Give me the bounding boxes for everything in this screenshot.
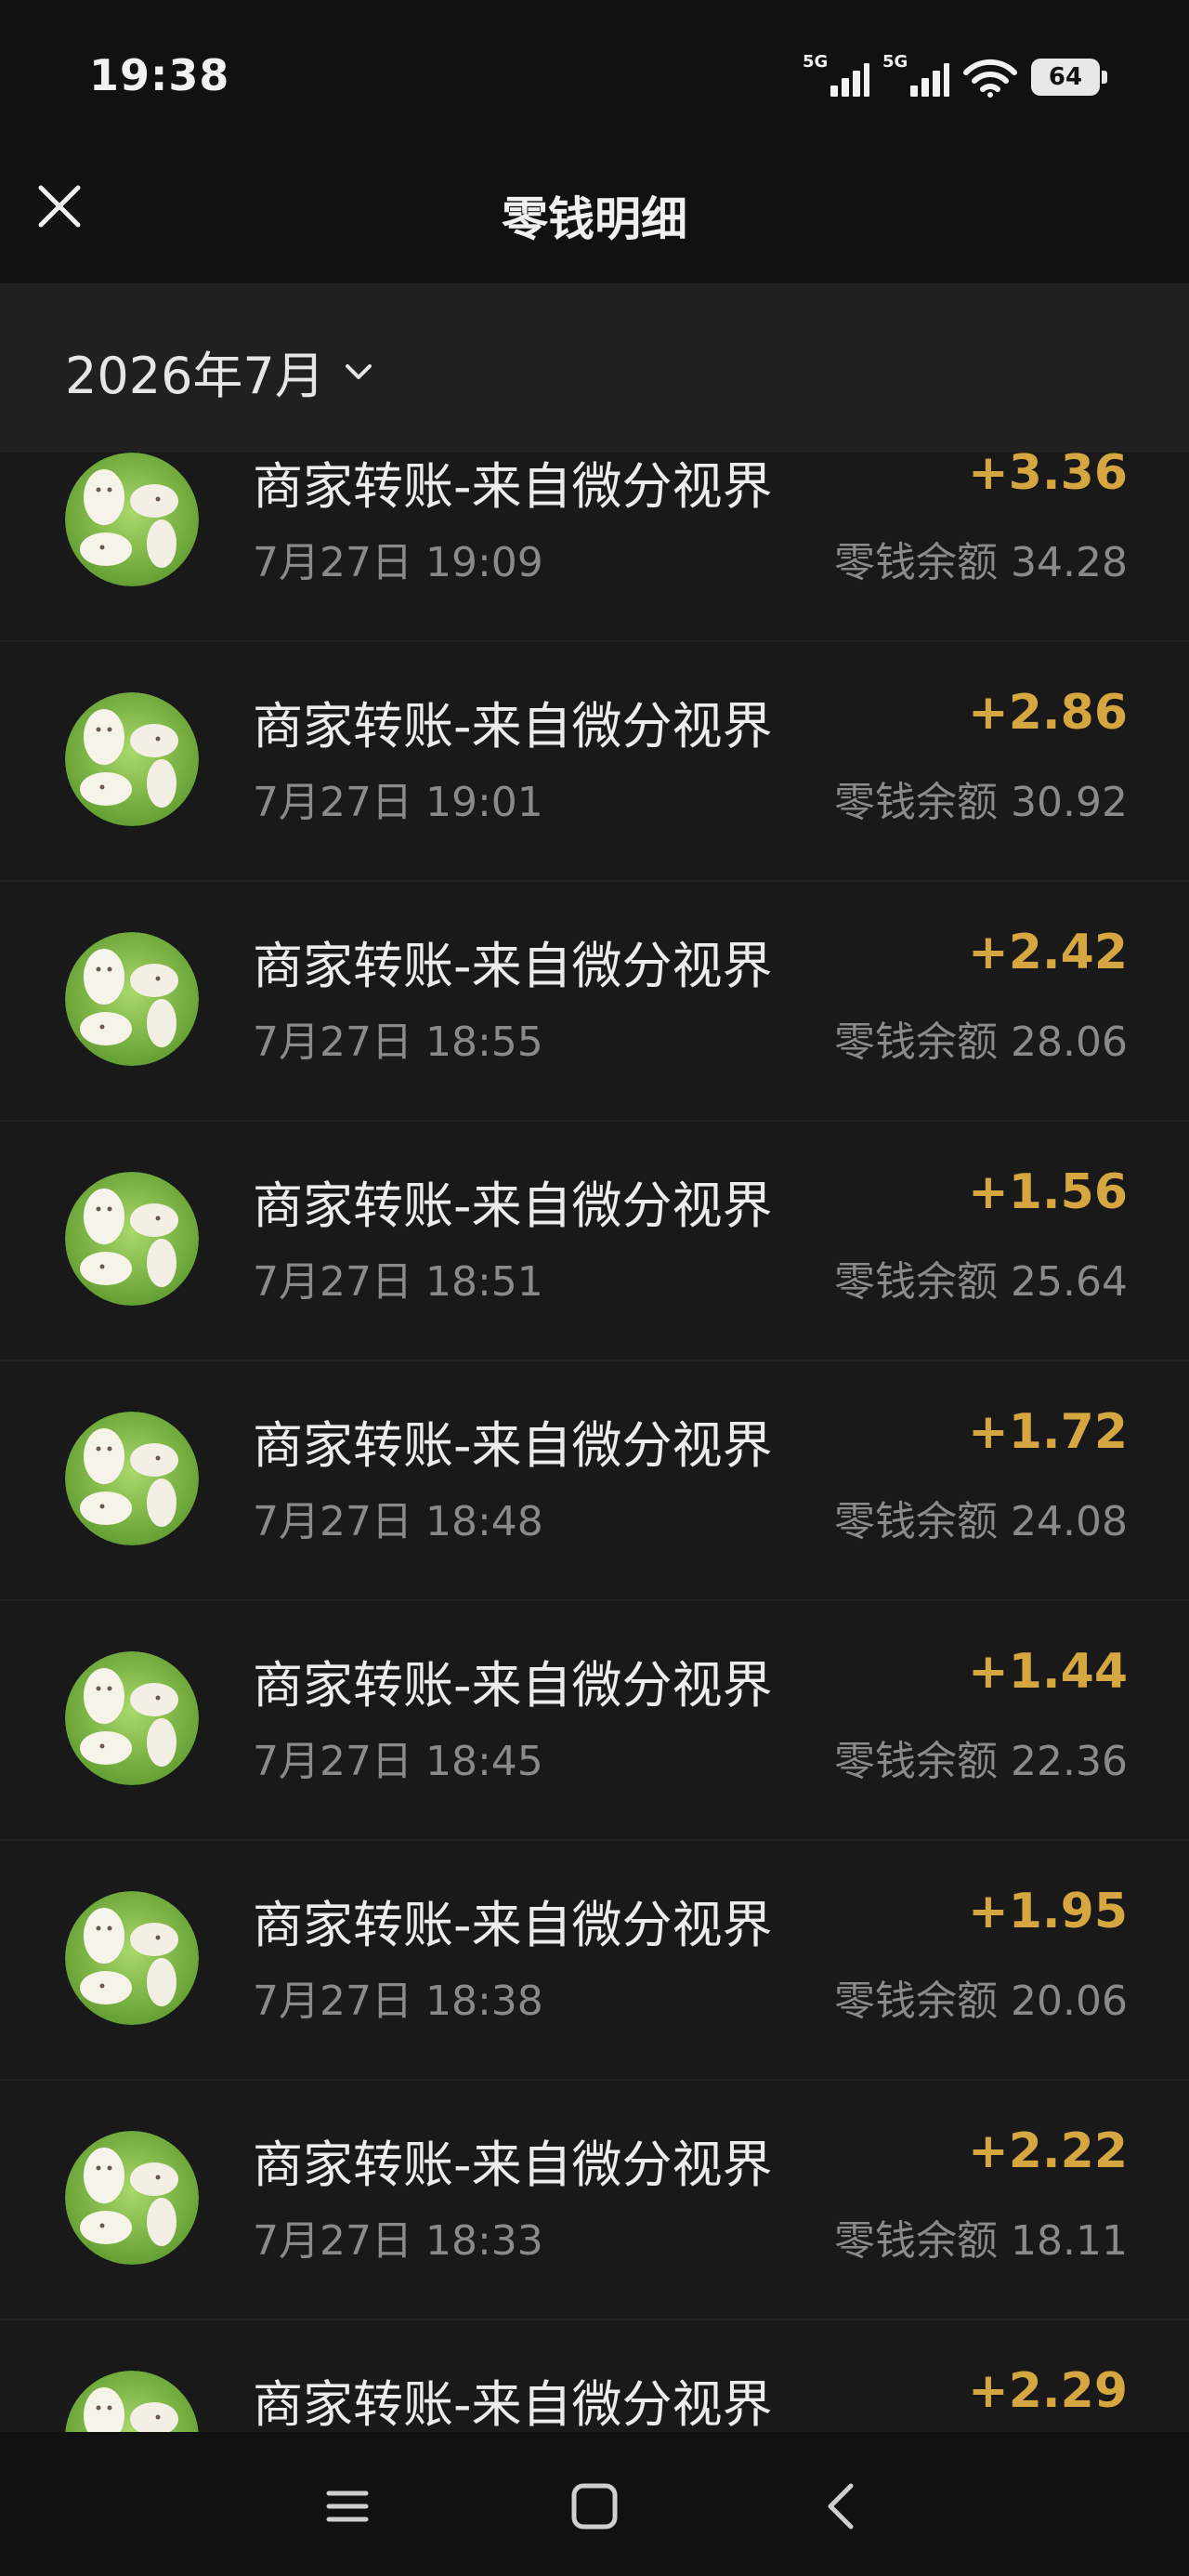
transaction-date: 7月27日 18:33 xyxy=(253,2217,543,2265)
transaction-amount: +3.36 xyxy=(968,453,1128,501)
transaction-title: 商家转账-来自微分视界 xyxy=(253,1416,773,1475)
transaction-row[interactable]: 商家转账-来自微分视界 7月27日 18:51 +1.56 零钱余额 25.64 xyxy=(0,1122,1189,1361)
transaction-date: 7月27日 18:38 xyxy=(253,1978,543,2025)
transaction-row[interactable]: 商家转账-来自微分视界 7月27日 18:55 +2.42 零钱余额 28.06 xyxy=(0,882,1189,1122)
merchant-avatar xyxy=(65,1651,199,1785)
system-nav-bar xyxy=(0,2432,1189,2576)
balance-after: 零钱余额 28.06 xyxy=(834,1019,1128,1066)
balance-after: 零钱余额 30.92 xyxy=(834,779,1128,826)
transaction-amount: +1.56 xyxy=(968,1164,1128,1220)
balance-after: 零钱余额 24.08 xyxy=(834,1498,1128,1545)
transaction-amount: +1.95 xyxy=(968,1884,1128,1939)
transaction-row[interactable]: 商家转账-来自微分视界 7月27日 18:48 +1.72 零钱余额 24.08 xyxy=(0,1361,1189,1601)
balance-after: 零钱余额 25.64 xyxy=(834,1258,1128,1306)
merchant-avatar xyxy=(65,932,199,1066)
transaction-list[interactable]: 商家转账-来自微分视界 7月27日 19:09 +3.36 零钱余额 34.28… xyxy=(0,453,1189,2432)
transaction-row[interactable]: 商家转账-来自微分视界 7月27日 18:33 +2.22 零钱余额 18.11 xyxy=(0,2081,1189,2320)
status-icons: 5G 5G 64 xyxy=(803,52,1107,100)
transaction-row[interactable]: 商家转账-来自微分视界 7月27日 19:09 +3.36 零钱余额 34.28 xyxy=(0,453,1189,642)
transaction-amount: +1.72 xyxy=(968,1404,1128,1460)
battery-level: 64 xyxy=(1048,63,1083,91)
transaction-date: 7月27日 18:55 xyxy=(253,1019,543,1066)
transaction-date: 7月27日 18:48 xyxy=(253,1498,543,1545)
transaction-title: 商家转账-来自微分视界 xyxy=(253,457,773,516)
network-type-label-2: 5G xyxy=(882,52,908,72)
merchant-avatar xyxy=(65,2371,199,2432)
signal-icon: 5G xyxy=(803,52,869,99)
transaction-row[interactable]: 商家转账-来自微分视界 7月27日 18:45 +1.44 零钱余额 22.36 xyxy=(0,1601,1189,1841)
merchant-avatar xyxy=(65,1891,199,2025)
signal-icon-2: 5G xyxy=(882,52,949,99)
balance-after: 零钱余额 34.28 xyxy=(834,539,1128,586)
transaction-amount: +2.29 xyxy=(968,2363,1128,2419)
network-type-label: 5G xyxy=(803,52,829,72)
home-icon[interactable] xyxy=(557,2469,632,2543)
transaction-date: 7月27日 19:09 xyxy=(253,539,543,586)
merchant-avatar xyxy=(65,453,199,586)
transaction-title: 商家转账-来自微分视界 xyxy=(253,697,773,756)
battery-icon: 64 xyxy=(1031,59,1107,96)
wifi-icon xyxy=(963,59,1017,98)
transaction-row[interactable]: 商家转账-来自微分视界 +2.29 xyxy=(0,2320,1189,2432)
transaction-amount: +1.44 xyxy=(968,1644,1128,1700)
transaction-date: 7月27日 18:45 xyxy=(253,1738,543,1785)
transaction-title: 商家转账-来自微分视界 xyxy=(253,1656,773,1715)
menu-icon[interactable] xyxy=(310,2469,385,2543)
merchant-avatar xyxy=(65,1412,199,1545)
transaction-title: 商家转账-来自微分视界 xyxy=(253,2375,773,2432)
page-title: 零钱明细 xyxy=(502,192,687,246)
balance-after: 零钱余额 22.36 xyxy=(834,1738,1128,1785)
balance-after: 零钱余额 18.11 xyxy=(834,2217,1128,2265)
status-bar: 19:38 5G 5G 64 xyxy=(0,0,1189,158)
transaction-amount: +2.42 xyxy=(968,925,1128,980)
merchant-avatar xyxy=(65,1172,199,1306)
transaction-title: 商家转账-来自微分视界 xyxy=(253,1896,773,1954)
back-icon[interactable] xyxy=(804,2469,879,2543)
balance-after: 零钱余额 20.06 xyxy=(834,1978,1128,2025)
transaction-title: 商家转账-来自微分视界 xyxy=(253,937,773,995)
merchant-avatar xyxy=(65,2131,199,2265)
status-time: 19:38 xyxy=(89,50,230,100)
merchant-avatar xyxy=(65,692,199,826)
month-picker[interactable]: 2026年7月 xyxy=(65,335,375,408)
transaction-amount: +2.86 xyxy=(968,685,1128,741)
transaction-amount: +2.22 xyxy=(968,2123,1128,2179)
month-label: 2026年7月 xyxy=(65,347,325,405)
transaction-date: 7月27日 19:01 xyxy=(253,779,543,826)
chevron-down-icon xyxy=(345,363,372,379)
transaction-row[interactable]: 商家转账-来自微分视界 7月27日 19:01 +2.86 零钱余额 30.92 xyxy=(0,642,1189,882)
transaction-date: 7月27日 18:51 xyxy=(253,1258,543,1306)
transaction-title: 商家转账-来自微分视界 xyxy=(253,2136,773,2194)
transaction-row[interactable]: 商家转账-来自微分视界 7月27日 18:38 +1.95 零钱余额 20.06 xyxy=(0,1841,1189,2081)
wallet-details-screen: 19:38 5G 5G 64 零钱明细 2026年7月 商家转账-来自微分视界 … xyxy=(0,0,1189,2576)
transaction-title: 商家转账-来自微分视界 xyxy=(253,1176,773,1235)
